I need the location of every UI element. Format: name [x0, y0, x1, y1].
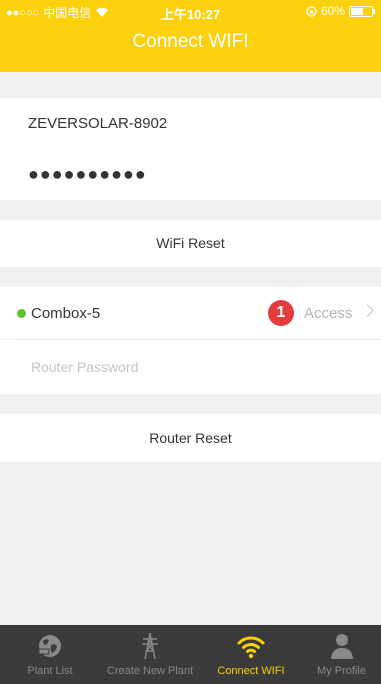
- orientation-lock-icon: [306, 5, 317, 17]
- access-link[interactable]: Access: [304, 305, 352, 322]
- wifi-ssid-field[interactable]: ZEVERSOLAR-8902: [0, 98, 381, 150]
- router-password-placeholder: Router Password: [31, 359, 139, 375]
- status-bar: ●●○○○ 中国电信 上午10:27 60%: [0, 0, 381, 22]
- nav-bar: Connect WIFI: [0, 22, 381, 72]
- person-icon: [330, 634, 353, 659]
- wifi-reset-label: WiFi Reset: [156, 235, 225, 251]
- online-status-dot: [17, 309, 26, 318]
- tab-my-profile[interactable]: My Profile: [302, 625, 381, 684]
- battery-icon: [349, 5, 375, 17]
- router-network-row[interactable]: Combox-5 1 Access: [0, 287, 381, 339]
- power-tower-icon: [142, 632, 158, 660]
- page-title: Connect WIFI: [132, 31, 249, 52]
- wifi-password-field[interactable]: ●●●●●●●●●●: [0, 150, 381, 200]
- notification-badge: 1: [268, 300, 294, 326]
- tab-label: Create New Plant: [106, 665, 194, 677]
- globe-icon: [38, 635, 61, 657]
- tab-label: My Profile: [317, 665, 366, 677]
- tab-plant-list[interactable]: Plant List: [0, 625, 100, 684]
- tab-label: Connect WIFI: [217, 665, 285, 677]
- wifi-password-value: ●●●●●●●●●●: [28, 164, 147, 184]
- wifi-reset-button[interactable]: WiFi Reset: [0, 220, 381, 267]
- chevron-right-icon: [361, 304, 374, 317]
- router-reset-button[interactable]: Router Reset: [0, 414, 381, 462]
- tab-create-new-plant[interactable]: Create New Plant: [100, 625, 200, 684]
- router-network-name: Combox-5: [31, 305, 101, 322]
- wifi-ssid-value: ZEVERSOLAR-8902: [28, 115, 168, 132]
- battery-percent: 60%: [320, 4, 345, 18]
- wifi-icon: [237, 636, 265, 659]
- tab-bar: Plant List Create New Plant Connect WIFI…: [0, 625, 381, 684]
- app-screen: ●●○○○ 中国电信 上午10:27 60% Connect WIFI ZEVE…: [0, 0, 381, 684]
- router-password-input[interactable]: Router Password: [0, 340, 381, 394]
- battery-fill: [351, 7, 363, 15]
- router-reset-label: Router Reset: [149, 430, 232, 446]
- tab-connect-wifi[interactable]: Connect WIFI: [200, 625, 302, 684]
- status-right: 60%: [306, 4, 375, 18]
- tab-label: Plant List: [27, 665, 73, 677]
